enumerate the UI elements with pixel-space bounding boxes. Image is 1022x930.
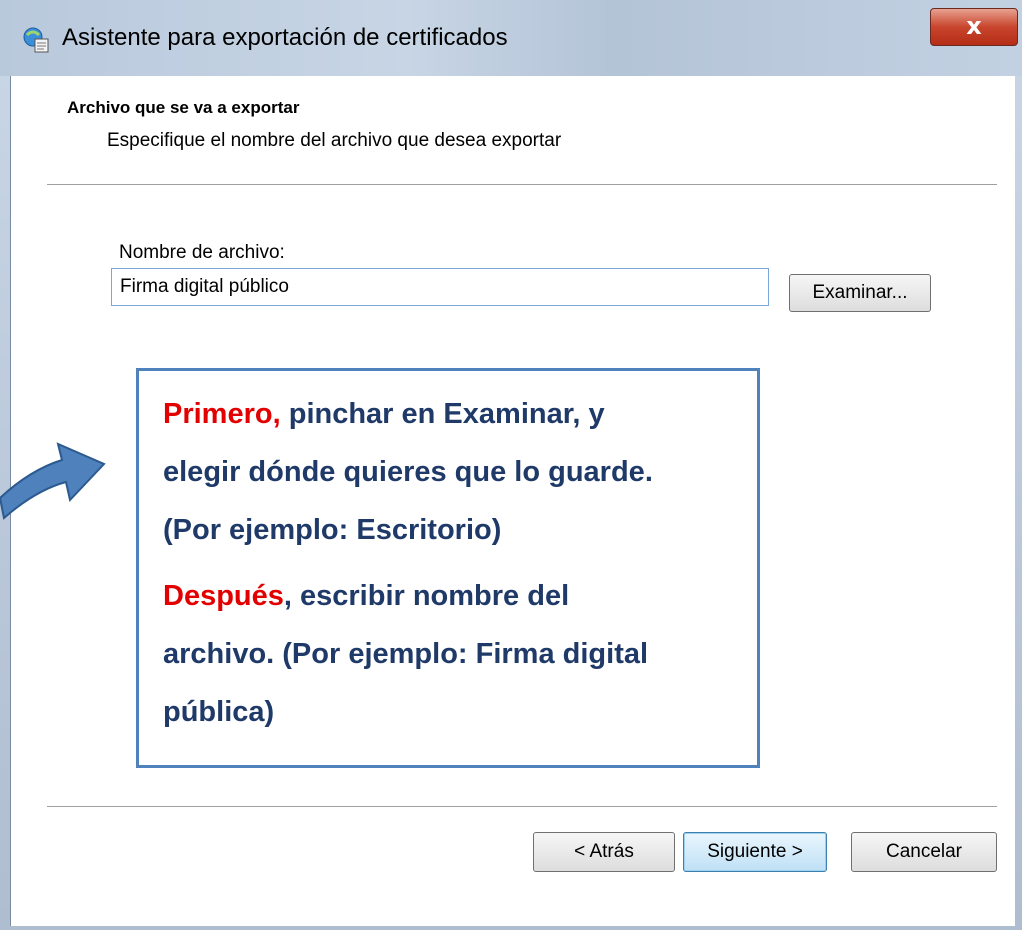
- certificate-icon: [23, 27, 49, 53]
- back-button[interactable]: < Atrás: [533, 832, 675, 872]
- page-subtitle: Especifique el nombre del archivo que de…: [107, 130, 562, 151]
- callout-highlight-first: Primero,: [163, 398, 281, 430]
- next-button[interactable]: Siguiente >: [683, 832, 827, 872]
- instruction-callout: Primero, pinchar en Examinar, y elegir d…: [136, 368, 760, 768]
- header-divider: [47, 184, 997, 186]
- page-title: Archivo que se va a exportar: [67, 98, 300, 117]
- callout-line-1-text: pinchar en Examinar, y: [280, 398, 605, 430]
- callout-line-4-text: , escribir nombre del: [283, 580, 570, 612]
- callout-line-5: archivo. (Por ejemplo: Firma digital: [163, 638, 649, 670]
- callout-line-2: elegir dónde quieres que lo guarde.: [163, 456, 653, 488]
- close-button[interactable]: x: [930, 8, 1018, 46]
- filename-label: Nombre de archivo:: [119, 242, 285, 263]
- callout-line-3: (Por ejemplo: Escritorio): [163, 514, 502, 546]
- callout-line-4: Después, escribir nombre del: [163, 567, 569, 625]
- callout-highlight-after: Después: [163, 580, 284, 612]
- filename-input[interactable]: [111, 268, 769, 306]
- title-bar[interactable]: Asistente para exportación de certificad…: [0, 0, 1022, 76]
- window-title: Asistente para exportación de certificad…: [62, 24, 508, 51]
- cancel-button[interactable]: Cancelar: [851, 832, 997, 872]
- callout-line-6: pública): [163, 696, 275, 728]
- browse-button[interactable]: Examinar...: [789, 274, 931, 312]
- callout-line-1: Primero, pinchar en Examinar, y: [163, 385, 605, 443]
- curved-arrow-icon: [0, 442, 106, 520]
- footer-divider: [47, 806, 997, 808]
